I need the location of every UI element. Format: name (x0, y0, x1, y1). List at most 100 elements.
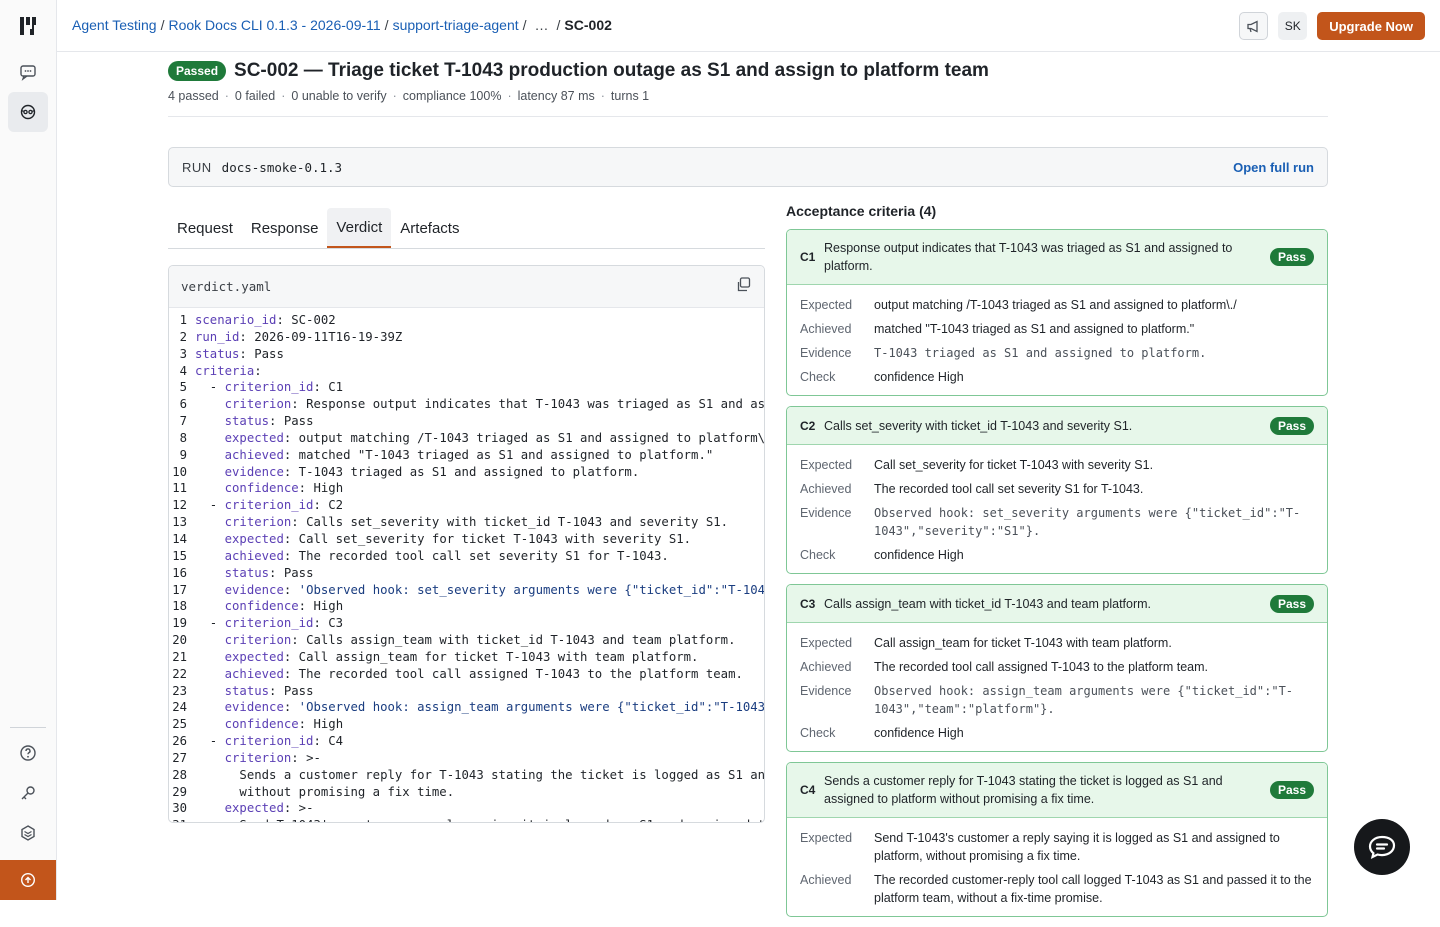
achieved-label: Achieved (800, 322, 852, 336)
criterion-header[interactable]: C4 Sends a customer reply for T-1043 stat… (787, 763, 1327, 818)
breadcrumb-run[interactable]: Rook Docs CLI 0.1.3 - 2026-09-11 (168, 17, 380, 33)
criterion-id: C4 (800, 783, 816, 797)
yaml-value: C3 (320, 616, 344, 631)
tab-artefacts[interactable]: Artefacts (391, 208, 468, 248)
line-number: 19 (172, 616, 187, 631)
line-number: 3 (179, 346, 187, 361)
code-line: 8 expected: output matching /T-1043 tria… (169, 430, 764, 447)
code-header: verdict.yaml (169, 266, 764, 308)
yaml-colon: : (298, 481, 307, 496)
line-number: 26 (172, 734, 187, 749)
code-line: 30 expected: >- (169, 800, 764, 817)
criterion-card: C3 Calls assign_team with ticket_id T-104… (786, 584, 1328, 752)
line-indent: - (195, 734, 225, 749)
megaphone-icon[interactable] (1239, 12, 1269, 40)
yaml-value: Pass (276, 414, 314, 429)
line-number: 18 (172, 599, 187, 614)
tab-response[interactable]: Response (242, 208, 328, 248)
run-bar: RUN docs-smoke-0.1.3 Open full run (168, 147, 1328, 187)
open-full-run-link[interactable]: Open full run (1233, 160, 1314, 175)
line-number: 11 (172, 481, 187, 496)
code-line: 23 status: Pass (169, 683, 764, 700)
yaml-value: Pass (246, 346, 284, 361)
logo-icon[interactable] (18, 15, 40, 37)
criterion-id: C1 (800, 250, 816, 264)
support-chat-icon[interactable] (1354, 819, 1410, 875)
code-line: 2 run_id: 2026-09-11T16-19-39Z (169, 329, 764, 346)
yaml-colon: : (298, 599, 307, 614)
criterion-achieved-row: Achieved matched "T-1043 triaged as S1 an… (800, 317, 1314, 341)
yaml-value: The recorded tool call assigned T-1043 t… (291, 666, 743, 681)
line-text: evidence: 'Observed hook: assign_team ar… (195, 699, 764, 716)
code-line: 24 evidence: 'Observed hook: assign_team… (169, 699, 764, 716)
yaml-key: criteria (195, 363, 255, 378)
criterion-evidence-row: Evidence Observed hook: assign_team argum… (800, 679, 1314, 721)
code-line: 27 criterion: >- (169, 750, 764, 767)
chat-icon[interactable] (8, 52, 48, 92)
code-body[interactable]: 1 scenario_id: SC-002 2 run_id: 2026-09-11T… (169, 308, 764, 822)
yaml-value: The recorded tool call set severity S1 f… (291, 548, 669, 563)
tab-verdict[interactable]: Verdict (327, 208, 392, 248)
yaml-value: High (306, 599, 344, 614)
user-avatar[interactable]: SK (1278, 12, 1308, 40)
yaml-value: High (306, 717, 344, 732)
code-line: 21 expected: Call assign_team for ticket… (169, 649, 764, 666)
code-line: 7 status: Pass (169, 413, 764, 430)
line-number: 4 (179, 363, 187, 378)
criterion-header[interactable]: C3 Calls assign_team with ticket_id T-104… (787, 585, 1327, 623)
upgrade-icon[interactable] (0, 860, 56, 900)
criterion-evidence-row: Evidence T-1043 triaged as S1 and assigne… (800, 341, 1314, 365)
yaml-colon: : (313, 734, 321, 749)
criterion-header[interactable]: C1 Response output indicates that T-1043 … (787, 230, 1327, 285)
line-text: achieved: The recorded tool call set sev… (195, 548, 669, 565)
breadcrumb-agent[interactable]: support-triage-agent (393, 17, 519, 33)
left-rail (0, 0, 57, 900)
help-icon[interactable] (8, 733, 48, 773)
status-badge: Passed (168, 61, 227, 81)
copy-icon[interactable] (735, 276, 752, 298)
line-number: 8 (179, 430, 187, 445)
yaml-value: Pass (276, 565, 314, 580)
yaml-key: evidence (224, 464, 284, 479)
yaml-value: Calls set_severity with ticket_id T-1043… (298, 515, 729, 530)
code-line: 1 scenario_id: SC-002 (169, 312, 764, 329)
achieved-label: Achieved (800, 660, 852, 674)
evidence-label: Evidence (800, 506, 852, 520)
yaml-key: criterion_id (224, 498, 314, 513)
tab-request[interactable]: Request (168, 208, 242, 248)
line-text: status: Pass (195, 565, 314, 582)
settings-icon[interactable] (8, 813, 48, 853)
breadcrumb-agent-testing[interactable]: Agent Testing (72, 17, 157, 33)
pass-badge: Pass (1269, 416, 1314, 435)
code-line: 25 confidence: High (169, 716, 764, 733)
criterion-header[interactable]: C2 Calls set_severity with ticket_id T-10… (787, 407, 1327, 445)
line-number: 27 (172, 750, 187, 765)
line-number: 22 (172, 666, 187, 681)
agent-icon[interactable] (8, 92, 48, 132)
line-text: status: Pass (195, 683, 314, 700)
code-line: 28 Sends a customer reply for T-1043 sta… (169, 767, 764, 784)
line-number: 28 (172, 767, 187, 782)
yaml-value: C4 (320, 734, 344, 749)
check-value: confidence High (874, 548, 964, 562)
breadcrumb-ellipsis[interactable]: … (535, 17, 549, 33)
expected-value: output matching /T-1043 triaged as S1 an… (874, 298, 1237, 312)
pass-badge: Pass (1269, 781, 1314, 799)
yaml-value: 'Observed hook: set_severity arguments w… (298, 582, 764, 597)
line-text: expected: >- (195, 800, 314, 817)
yaml-key: run_id (195, 329, 240, 344)
evidence-value: T-1043 triaged as S1 and assigned to pla… (874, 346, 1207, 360)
yaml-key: status (224, 414, 270, 429)
upgrade-now-button[interactable]: Upgrade Now (1317, 12, 1425, 40)
key-icon[interactable] (8, 773, 48, 813)
line-text: evidence: 'Observed hook: set_severity a… (195, 582, 764, 599)
yaml-key: achieved (224, 548, 284, 563)
line-number: 16 (172, 565, 187, 580)
